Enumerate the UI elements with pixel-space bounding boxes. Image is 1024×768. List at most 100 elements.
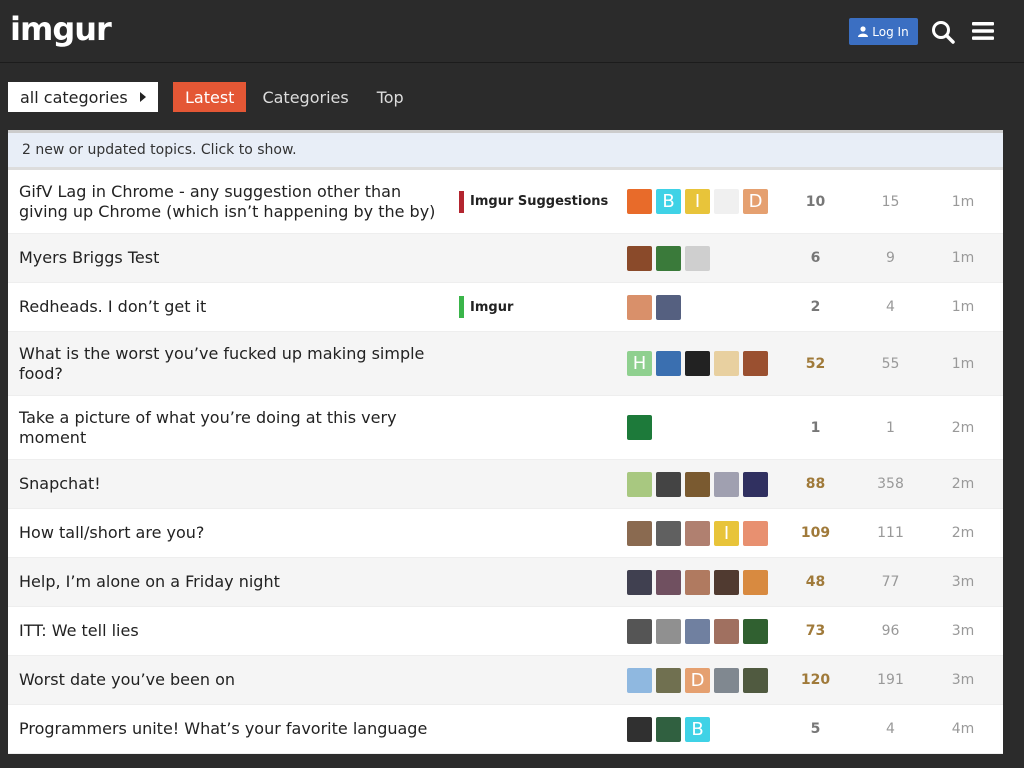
avatar[interactable]	[656, 618, 681, 644]
avatar[interactable]	[656, 667, 681, 693]
topic-activity[interactable]: 1m	[928, 250, 998, 266]
avatar[interactable]	[743, 471, 768, 497]
topic-title-link[interactable]: Redheads. I don’t get it	[19, 297, 449, 317]
topic-row: Take a picture of what you’re doing at t…	[8, 396, 1003, 460]
tab-top[interactable]: Top	[365, 82, 416, 112]
avatar[interactable]: H	[627, 351, 652, 376]
avatar[interactable]	[685, 245, 710, 271]
avatar[interactable]	[685, 471, 710, 497]
topic-activity[interactable]: 3m	[928, 574, 998, 590]
avatar[interactable]	[656, 520, 681, 546]
avatar[interactable]	[627, 667, 652, 693]
avatar[interactable]	[714, 189, 739, 214]
topic-title-link[interactable]: What is the worst you’ve fucked up makin…	[19, 344, 449, 384]
topic-row: What is the worst you’ve fucked up makin…	[8, 332, 1003, 396]
avatar[interactable]	[685, 351, 710, 376]
avatar[interactable]	[685, 569, 710, 595]
avatar[interactable]	[627, 294, 652, 320]
avatar[interactable]	[714, 667, 739, 693]
avatar[interactable]	[656, 471, 681, 497]
avatar[interactable]	[714, 351, 739, 376]
topic-activity[interactable]: 2m	[928, 420, 998, 436]
avatar[interactable]	[743, 618, 768, 644]
search-icon[interactable]	[931, 20, 955, 44]
topic-replies[interactable]: 2	[778, 299, 853, 315]
avatar[interactable]	[743, 569, 768, 595]
avatar[interactable]	[627, 716, 652, 742]
topic-title-link[interactable]: Myers Briggs Test	[19, 248, 449, 268]
avatar[interactable]	[656, 245, 681, 271]
topic-activity[interactable]: 2m	[928, 525, 998, 541]
avatar[interactable]: D	[743, 189, 768, 214]
avatar[interactable]	[656, 351, 681, 376]
avatar[interactable]	[743, 351, 768, 376]
topic-replies[interactable]: 88	[778, 476, 853, 492]
topic-activity[interactable]: 4m	[928, 721, 998, 737]
topic-title-link[interactable]: ITT: We tell lies	[19, 621, 449, 641]
avatar[interactable]	[627, 189, 652, 214]
avatar[interactable]: D	[685, 667, 710, 693]
avatar[interactable]	[656, 294, 681, 320]
topic-title-link[interactable]: GifV Lag in Chrome - any suggestion othe…	[19, 182, 449, 222]
topic-views: 9	[886, 250, 895, 266]
category-label: Imgur Suggestions	[470, 194, 609, 209]
topic-row: Worst date you’ve been on D 120 191 3m	[8, 656, 1003, 705]
tab-categories[interactable]: Categories	[250, 82, 360, 112]
avatar[interactable]	[627, 520, 652, 546]
avatar[interactable]	[685, 618, 710, 644]
topic-row: Help, I’m alone on a Friday night 48 77 3m	[8, 558, 1003, 607]
avatar[interactable]: B	[685, 716, 710, 742]
avatar[interactable]	[627, 618, 652, 644]
hamburger-menu-icon[interactable]	[972, 21, 994, 41]
avatar[interactable]	[714, 471, 739, 497]
topic-activity[interactable]: 3m	[928, 623, 998, 639]
topic-category-badge[interactable]: Imgur	[459, 296, 513, 318]
topic-posters: H	[627, 351, 768, 376]
avatar[interactable]	[627, 415, 652, 440]
topic-replies[interactable]: 10	[778, 194, 853, 210]
avatar[interactable]	[714, 569, 739, 595]
avatar[interactable]	[656, 716, 681, 742]
avatar[interactable]: I	[714, 520, 739, 546]
topic-replies[interactable]: 1	[778, 420, 853, 436]
topic-replies[interactable]: 73	[778, 623, 853, 639]
avatar[interactable]	[743, 667, 768, 693]
new-topics-alert[interactable]: 2 new or updated topics. Click to show.	[8, 133, 1003, 170]
topic-category-badge[interactable]: Imgur Suggestions	[459, 190, 609, 213]
topic-replies[interactable]: 52	[778, 356, 853, 372]
topic-activity[interactable]: 1m	[928, 356, 998, 372]
category-dropdown[interactable]: all categories	[8, 82, 158, 112]
avatar[interactable]	[627, 245, 652, 271]
topic-activity[interactable]: 2m	[928, 476, 998, 492]
topic-row: GifV Lag in Chrome - any suggestion othe…	[8, 170, 1003, 234]
topic-title-link[interactable]: Help, I’m alone on a Friday night	[19, 572, 449, 592]
topic-replies[interactable]: 5	[778, 721, 853, 737]
topic-views: 96	[881, 623, 900, 639]
topic-activity[interactable]: 3m	[928, 672, 998, 688]
topic-replies[interactable]: 6	[778, 250, 853, 266]
topic-title-link[interactable]: How tall/short are you?	[19, 523, 449, 543]
tab-latest[interactable]: Latest	[173, 82, 247, 112]
avatar[interactable]: I	[685, 189, 710, 214]
topic-replies[interactable]: 48	[778, 574, 853, 590]
imgur-logo[interactable]: imgur	[10, 10, 112, 48]
avatar[interactable]	[627, 569, 652, 595]
user-icon	[858, 26, 869, 37]
topic-title-link[interactable]: Worst date you’ve been on	[19, 670, 449, 690]
topic-activity[interactable]: 1m	[928, 299, 998, 315]
avatar[interactable]	[685, 520, 710, 546]
avatar[interactable]	[743, 520, 768, 546]
topic-replies[interactable]: 109	[778, 525, 853, 541]
avatar[interactable]	[656, 569, 681, 595]
topic-posters	[627, 618, 768, 644]
topic-title-link[interactable]: Programmers unite! What’s your favorite …	[19, 719, 449, 739]
avatar[interactable]	[714, 618, 739, 644]
avatar[interactable]: B	[656, 189, 681, 214]
topic-replies[interactable]: 120	[778, 672, 853, 688]
topic-views: 358	[877, 476, 904, 492]
topic-title-link[interactable]: Snapchat!	[19, 474, 449, 494]
login-button[interactable]: Log In	[849, 18, 918, 45]
topic-title-link[interactable]: Take a picture of what you’re doing at t…	[19, 408, 449, 448]
avatar[interactable]	[627, 471, 652, 497]
topic-activity[interactable]: 1m	[928, 194, 998, 210]
